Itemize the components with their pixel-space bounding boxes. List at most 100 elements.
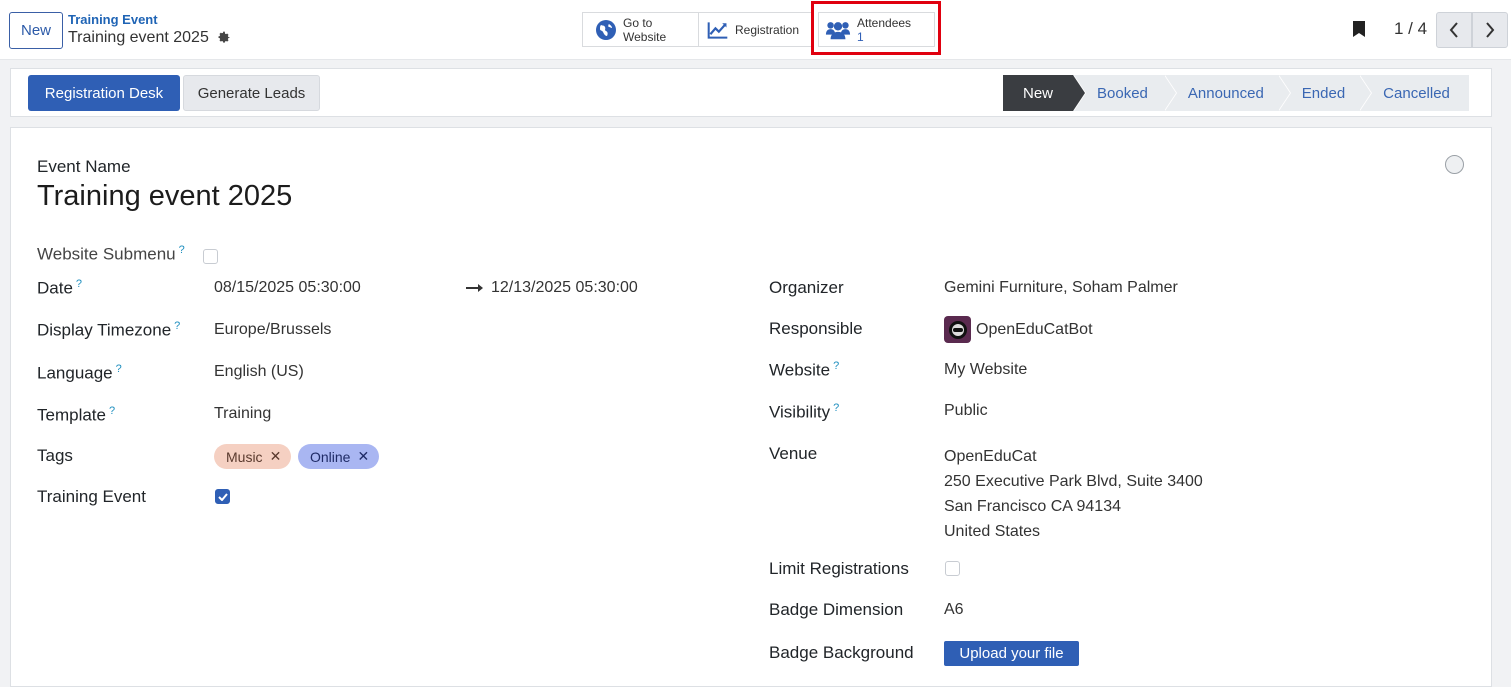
tag-label: Music bbox=[226, 448, 263, 465]
stage-label: Cancelled bbox=[1383, 84, 1450, 102]
responsible-label: Responsible bbox=[769, 319, 863, 338]
arrow-right-icon bbox=[466, 284, 483, 292]
language-label: Language? bbox=[37, 363, 122, 384]
website-label-text: Website bbox=[769, 360, 831, 380]
avatar bbox=[944, 316, 971, 343]
chevron-left-icon bbox=[1449, 22, 1458, 38]
bookmark-icon[interactable] bbox=[1352, 21, 1366, 37]
control-panel: New Training Event Training event 2025 G… bbox=[0, 0, 1511, 60]
tag-online: Online ✕ bbox=[298, 444, 380, 469]
form-sheet: Event Name Training event 2025 Website S… bbox=[10, 127, 1492, 687]
template-label-text: Template bbox=[37, 405, 106, 425]
pager-value[interactable]: 1 / 4 bbox=[1394, 19, 1427, 39]
organizer-field[interactable]: Gemini Furniture, Soham Palmer bbox=[944, 279, 1178, 297]
breadcrumb-parent[interactable]: Training Event bbox=[68, 12, 158, 27]
registration-button[interactable]: Registration bbox=[698, 12, 813, 47]
kanban-state-indicator[interactable] bbox=[1445, 155, 1464, 174]
website-submenu-checkbox[interactable] bbox=[203, 249, 218, 264]
event-name-input[interactable]: Training event 2025 bbox=[37, 180, 292, 213]
stage-label: New bbox=[1023, 84, 1054, 102]
badge-dimension-field[interactable]: A6 bbox=[944, 601, 964, 619]
template-field[interactable]: Training bbox=[214, 405, 271, 423]
upload-file-button[interactable]: Upload your file bbox=[944, 641, 1079, 666]
date-label: Date? bbox=[37, 278, 82, 299]
stage-label: Announced bbox=[1187, 84, 1264, 102]
registration-label: Registration bbox=[735, 22, 800, 37]
visibility-label: Visibility? bbox=[769, 402, 839, 423]
venue-field[interactable]: OpenEduCat 250 Executive Park Blvd, Suit… bbox=[944, 444, 1203, 544]
chart-line-icon bbox=[707, 21, 728, 39]
stage-label: Ended bbox=[1301, 84, 1346, 102]
limit-registrations-label: Limit Registrations bbox=[769, 559, 909, 578]
website-submenu-label: Website Submenu? bbox=[37, 244, 185, 265]
template-label: Template? bbox=[37, 405, 115, 426]
help-icon[interactable]: ? bbox=[179, 244, 185, 256]
event-name-label: Event Name bbox=[37, 157, 131, 176]
attendees-button[interactable]: Attendees 1 bbox=[818, 12, 935, 47]
chevron-right-icon bbox=[1486, 22, 1495, 38]
gear-icon[interactable] bbox=[217, 31, 231, 45]
pager-next-button[interactable] bbox=[1472, 12, 1508, 48]
help-icon[interactable]: ? bbox=[116, 363, 122, 375]
check-icon bbox=[217, 492, 228, 501]
attendees-label: Attendees 1 bbox=[857, 16, 911, 44]
attendees-count: 1 bbox=[857, 29, 864, 44]
help-icon[interactable]: ? bbox=[833, 360, 839, 372]
venue-line: OpenEduCat bbox=[944, 448, 1037, 465]
organizer-label: Organizer bbox=[769, 278, 844, 297]
training-event-checkbox[interactable] bbox=[215, 489, 230, 504]
go-to-website-line1: Go to bbox=[623, 15, 653, 30]
venue-label: Venue bbox=[769, 444, 818, 463]
website-submenu-text: Website Submenu bbox=[37, 244, 176, 264]
stage-booked[interactable]: Booked bbox=[1073, 75, 1177, 111]
tag-music: Music ✕ bbox=[214, 444, 292, 469]
stage-pipeline: New Booked Announced Ended Cancelled bbox=[1003, 75, 1469, 111]
new-button[interactable]: New bbox=[9, 12, 63, 49]
status-bar: Registration Desk Generate Leads New Boo… bbox=[10, 68, 1492, 117]
responsible-field[interactable]: OpenEduCatBot bbox=[976, 321, 1093, 339]
visibility-label-text: Visibility bbox=[769, 402, 831, 422]
stage-announced[interactable]: Announced bbox=[1163, 75, 1291, 111]
globe-icon bbox=[596, 19, 616, 40]
date-start-field[interactable]: 08/15/2025 05:30:00 bbox=[214, 279, 361, 297]
go-to-website-label: Go to Website bbox=[623, 16, 666, 44]
pager-previous-button[interactable] bbox=[1436, 12, 1472, 48]
badge-dimension-label: Badge Dimension bbox=[769, 600, 904, 619]
remove-tag-icon[interactable]: ✕ bbox=[357, 448, 369, 465]
language-label-text: Language bbox=[37, 363, 113, 383]
help-icon[interactable]: ? bbox=[833, 402, 839, 414]
stage-new[interactable]: New bbox=[1003, 75, 1087, 111]
generate-leads-button[interactable]: Generate Leads bbox=[183, 75, 320, 111]
limit-registrations-checkbox[interactable] bbox=[945, 561, 960, 576]
remove-tag-icon[interactable]: ✕ bbox=[270, 448, 282, 465]
breadcrumb-current: Training event 2025 bbox=[68, 29, 231, 47]
stage-label: Booked bbox=[1097, 84, 1148, 102]
venue-line: United States bbox=[944, 523, 1041, 540]
language-field[interactable]: English (US) bbox=[214, 363, 304, 381]
date-end-field[interactable]: 12/13/2025 05:30:00 bbox=[491, 279, 638, 297]
date-label-text: Date bbox=[37, 278, 73, 298]
go-to-website-button[interactable]: Go to Website bbox=[582, 12, 699, 47]
website-field[interactable]: My Website bbox=[944, 361, 1027, 379]
stage-cancelled[interactable]: Cancelled bbox=[1359, 75, 1469, 111]
bot-avatar-icon bbox=[948, 320, 967, 339]
website-label: Website? bbox=[769, 360, 839, 381]
tags-label: Tags bbox=[37, 446, 73, 465]
go-to-website-line2: Website bbox=[623, 29, 667, 44]
attendees-title: Attendees bbox=[857, 15, 912, 30]
help-icon[interactable]: ? bbox=[76, 278, 82, 290]
timezone-label-text: Display Timezone bbox=[37, 320, 172, 340]
tag-label: Online bbox=[310, 448, 351, 465]
timezone-field[interactable]: Europe/Brussels bbox=[214, 321, 331, 339]
timezone-label: Display Timezone? bbox=[37, 320, 180, 341]
help-icon[interactable]: ? bbox=[109, 405, 115, 417]
help-icon[interactable]: ? bbox=[174, 320, 180, 332]
venue-line: San Francisco CA 94134 bbox=[944, 498, 1121, 515]
registration-desk-button[interactable]: Registration Desk bbox=[28, 75, 180, 111]
breadcrumb-current-label: Training event 2025 bbox=[68, 29, 209, 46]
training-event-label: Training Event bbox=[37, 487, 146, 506]
venue-line: 250 Executive Park Blvd, Suite 3400 bbox=[944, 473, 1203, 490]
visibility-field[interactable]: Public bbox=[944, 402, 988, 420]
badge-background-label: Badge Background bbox=[769, 643, 914, 662]
users-icon bbox=[825, 21, 851, 39]
